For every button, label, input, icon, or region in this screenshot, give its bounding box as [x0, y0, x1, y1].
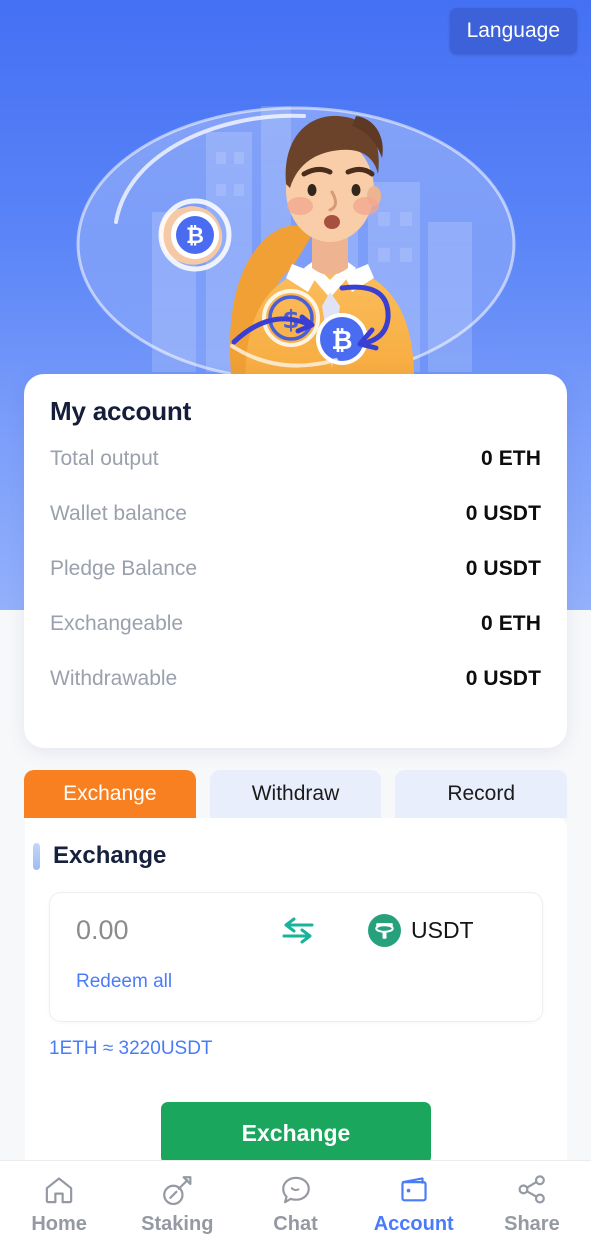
account-row-label: Withdrawable	[50, 667, 178, 690]
tab-bar: Exchange Withdraw Record	[24, 770, 568, 818]
nav-item-staking[interactable]: Staking	[118, 1161, 236, 1247]
exchange-input-box: USDT Redeem all	[49, 892, 543, 1022]
exchange-panel: Exchange 0.00 USDT Redeem all 1ETH ≈ 322…	[25, 818, 567, 1198]
chat-bubble-icon	[281, 1176, 310, 1203]
exchange-rate-text: 1ETH ≈ 3220USDT	[49, 1038, 213, 1059]
account-row-value: 0 ETH	[480, 612, 541, 635]
exchange-input-row: USDT	[50, 893, 542, 967]
nav-item-account[interactable]: Account	[355, 1161, 473, 1247]
coin-selector[interactable]: USDT	[368, 913, 474, 947]
exchange-submit-button[interactable]: Exchange	[161, 1102, 431, 1164]
shovel-icon	[163, 1175, 192, 1205]
nav-label: Share	[504, 1212, 560, 1235]
account-row-label: Exchangeable	[50, 612, 184, 635]
account-card: My account Total output 0 ETH Wallet bal…	[24, 374, 567, 748]
share-nodes-icon	[518, 1174, 545, 1203]
amount-input[interactable]	[76, 914, 266, 946]
tab-record[interactable]: Record	[395, 770, 568, 818]
usdt-tether-icon	[368, 913, 401, 947]
nav-label: Staking	[141, 1212, 214, 1235]
hero-illustration: ₿ $ ₿	[76, 106, 515, 392]
svg-text:₿: ₿	[186, 224, 204, 249]
account-row-pledge-balance: Pledge Balance 0 USDT	[50, 557, 541, 612]
redeem-all-link[interactable]: Redeem all	[76, 971, 172, 993]
tab-withdraw[interactable]: Withdraw	[209, 770, 382, 818]
bottom-navigation: Home Staking Chat Account Share	[0, 1160, 591, 1247]
home-icon	[45, 1176, 73, 1203]
nav-item-share[interactable]: Share	[473, 1161, 591, 1247]
svg-text:₿: ₿	[331, 326, 352, 356]
nav-label: Chat	[273, 1212, 318, 1235]
wallet-icon	[401, 1176, 427, 1201]
account-row-label: Wallet balance	[50, 502, 187, 525]
nav-item-chat[interactable]: Chat	[236, 1161, 354, 1247]
account-row-value: 0 USDT	[465, 557, 541, 580]
nav-label: Home	[31, 1212, 87, 1235]
swap-arrows-glyph	[282, 917, 314, 944]
nav-label: Account	[373, 1212, 454, 1235]
accent-bar-icon	[33, 842, 40, 870]
nav-item-home[interactable]: Home	[0, 1161, 118, 1247]
account-row-value: 0 USDT	[465, 502, 541, 525]
account-row-value: 0 ETH	[480, 447, 541, 470]
coin-label: USDT	[411, 916, 474, 943]
account-row-label: Total output	[50, 447, 159, 470]
exchange-panel-header: Exchange	[33, 818, 567, 870]
tab-exchange[interactable]: Exchange	[24, 770, 196, 818]
app-root: ₿ $ ₿ Language My account Total output 0…	[0, 0, 591, 1247]
exchange-panel-title: Exchange	[53, 842, 167, 869]
account-row-label: Pledge Balance	[50, 557, 198, 580]
page-title: My account	[50, 396, 192, 426]
account-row-exchangeable: Exchangeable 0 ETH	[50, 612, 541, 667]
account-row-wallet-balance: Wallet balance 0 USDT	[50, 502, 541, 557]
account-row-withdrawable: Withdrawable 0 USDT	[50, 667, 541, 722]
swap-arrows-icon[interactable]	[266, 915, 330, 945]
account-row-total-output: Total output 0 ETH	[50, 447, 541, 502]
language-button[interactable]: Language	[449, 8, 577, 54]
account-row-value: 0 USDT	[465, 667, 541, 690]
